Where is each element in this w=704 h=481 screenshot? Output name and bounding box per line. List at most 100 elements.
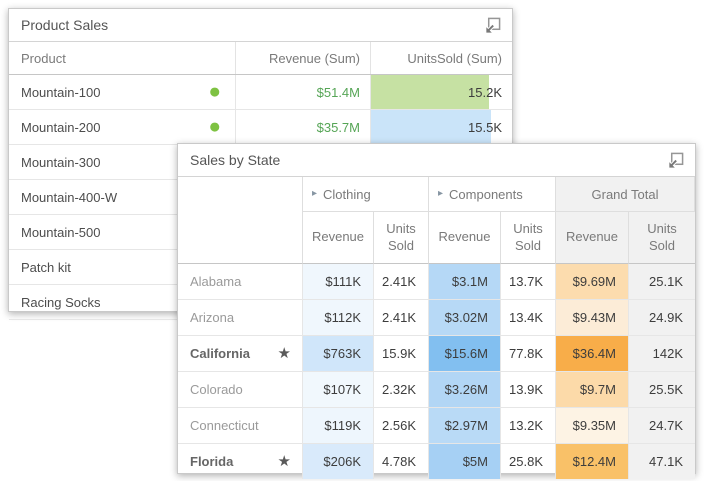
cell-grandtotal-units[interactable]: 24.7K <box>629 408 695 443</box>
subheader-components-revenue[interactable]: Revenue <box>429 212 501 264</box>
sales-by-state-titlebar: Sales by State <box>178 144 695 177</box>
subheader-clothing-revenue[interactable]: Revenue <box>303 212 374 264</box>
cell-components-revenue[interactable]: $3.1M <box>429 264 501 299</box>
cell-components-revenue[interactable]: $5M <box>429 444 501 479</box>
units-cell[interactable]: 15.5K <box>371 110 512 144</box>
table-row[interactable]: Alabama $111K 2.41K $3.1M 13.7K $9.69M 2… <box>178 264 695 300</box>
row-header[interactable]: Arizona <box>178 300 303 335</box>
product-label: Patch kit <box>21 260 71 275</box>
corner-cell <box>178 177 303 264</box>
expand-icon[interactable]: ▸ <box>438 189 443 199</box>
group-header-grand-total[interactable]: Grand Total <box>556 177 695 212</box>
cell-clothing-units[interactable]: 2.41K <box>374 300 429 335</box>
pivot-body: Alabama $111K 2.41K $3.1M 13.7K $9.69M 2… <box>178 264 695 479</box>
units-value: 15.2K <box>468 85 502 100</box>
revenue-cell[interactable]: $35.7M <box>236 110 371 144</box>
row-header[interactable]: California ★ <box>178 336 303 371</box>
cell-clothing-revenue[interactable]: $107K <box>303 372 374 407</box>
subheader-components-units[interactable]: Units Sold <box>501 212 556 264</box>
units-cell[interactable]: 15.2K <box>371 75 512 109</box>
table-row[interactable]: Mountain-200 ● $35.7M 15.5K <box>9 110 512 145</box>
maximize-icon-glyph <box>667 152 684 169</box>
subheader-clothing-units[interactable]: Units Sold <box>374 212 429 264</box>
cell-clothing-revenue[interactable]: $112K <box>303 300 374 335</box>
maximize-icon[interactable] <box>481 14 503 36</box>
product-sales-titlebar: Product Sales <box>9 9 512 42</box>
product-label: Racing Socks <box>21 295 100 310</box>
product-sales-header-row: Product Revenue (Sum) UnitsSold (Sum) <box>9 42 512 75</box>
cell-components-revenue[interactable]: $3.02M <box>429 300 501 335</box>
cell-grandtotal-revenue[interactable]: $9.7M <box>556 372 629 407</box>
product-label: Mountain-500 <box>21 225 101 240</box>
table-row[interactable]: Colorado $107K 2.32K $3.26M 13.9K $9.7M … <box>178 372 695 408</box>
cell-clothing-revenue[interactable]: $119K <box>303 408 374 443</box>
cell-grandtotal-units[interactable]: 47.1K <box>629 444 695 479</box>
panel-title: Sales by State <box>190 152 280 168</box>
cell-components-revenue[interactable]: $2.97M <box>429 408 501 443</box>
row-header[interactable]: Alabama <box>178 264 303 299</box>
cell-grandtotal-revenue[interactable]: $9.43M <box>556 300 629 335</box>
cell-clothing-units[interactable]: 4.78K <box>374 444 429 479</box>
cell-components-revenue[interactable]: $15.6M <box>429 336 501 371</box>
cell-clothing-units[interactable]: 15.9K <box>374 336 429 371</box>
star-icon[interactable]: ★ <box>278 346 291 361</box>
cell-clothing-revenue[interactable]: $111K <box>303 264 374 299</box>
cell-grandtotal-units[interactable]: 142K <box>629 336 695 371</box>
maximize-icon[interactable] <box>664 149 686 171</box>
cell-clothing-units[interactable]: 2.32K <box>374 372 429 407</box>
cell-grandtotal-units[interactable]: 24.9K <box>629 300 695 335</box>
group-header-clothing[interactable]: ▸ Clothing <box>303 177 429 212</box>
group-label: Grand Total <box>592 187 659 202</box>
cell-grandtotal-units[interactable]: 25.5K <box>629 372 695 407</box>
group-header-components[interactable]: ▸ Components <box>429 177 556 212</box>
row-header[interactable]: Florida ★ <box>178 444 303 479</box>
state-label: Florida <box>190 454 233 469</box>
maximize-icon-glyph <box>484 17 501 34</box>
revenue-cell[interactable]: $51.4M <box>236 75 371 109</box>
column-header-product[interactable]: Product <box>9 42 236 74</box>
cell-grandtotal-revenue[interactable]: $12.4M <box>556 444 629 479</box>
cell-components-units[interactable]: 13.9K <box>501 372 556 407</box>
cell-clothing-revenue[interactable]: $763K <box>303 336 374 371</box>
cell-grandtotal-revenue[interactable]: $9.35M <box>556 408 629 443</box>
cell-components-units[interactable]: 13.4K <box>501 300 556 335</box>
cell-clothing-revenue[interactable]: $206K <box>303 444 374 479</box>
subheader-grandtotal-units[interactable]: Units Sold <box>629 212 695 264</box>
cell-components-units[interactable]: 77.8K <box>501 336 556 371</box>
product-label: Mountain-200 <box>21 120 101 135</box>
cell-components-units[interactable]: 25.8K <box>501 444 556 479</box>
product-cell[interactable]: Mountain-200 ● <box>9 110 236 144</box>
cell-grandtotal-revenue[interactable]: $36.4M <box>556 336 629 371</box>
table-row[interactable]: California ★ $763K 15.9K $15.6M 77.8K $3… <box>178 336 695 372</box>
product-label: Mountain-300 <box>21 155 101 170</box>
expand-icon[interactable]: ▸ <box>312 189 317 199</box>
state-label: Alabama <box>190 274 241 289</box>
cell-grandtotal-units[interactable]: 25.1K <box>629 264 695 299</box>
cell-components-revenue[interactable]: $3.26M <box>429 372 501 407</box>
column-header-revenue[interactable]: Revenue (Sum) <box>236 42 371 74</box>
state-label: California <box>190 346 250 361</box>
table-row[interactable]: Arizona $112K 2.41K $3.02M 13.4K $9.43M … <box>178 300 695 336</box>
product-cell[interactable]: Mountain-100 ● <box>9 75 236 109</box>
table-row[interactable]: Florida ★ $206K 4.78K $5M 25.8K $12.4M 4… <box>178 444 695 479</box>
table-row[interactable]: Mountain-100 ● $51.4M 15.2K <box>9 75 512 110</box>
group-label: Components <box>449 187 523 202</box>
units-value: 15.5K <box>468 120 502 135</box>
subheader-grandtotal-revenue[interactable]: Revenue <box>556 212 629 264</box>
column-header-unitssold[interactable]: UnitsSold (Sum) <box>371 42 512 74</box>
state-label: Arizona <box>190 310 234 325</box>
star-icon[interactable]: ★ <box>278 454 291 469</box>
cell-clothing-units[interactable]: 2.41K <box>374 264 429 299</box>
row-header[interactable]: Colorado <box>178 372 303 407</box>
sales-by-state-panel: Sales by State ▸ Clothing ▸ Components G… <box>177 143 696 474</box>
state-label: Connecticut <box>190 418 259 433</box>
product-label: Mountain-400-W <box>21 190 117 205</box>
cell-clothing-units[interactable]: 2.56K <box>374 408 429 443</box>
panel-title: Product Sales <box>21 17 108 33</box>
cell-components-units[interactable]: 13.2K <box>501 408 556 443</box>
cell-grandtotal-revenue[interactable]: $9.69M <box>556 264 629 299</box>
pivot-header: ▸ Clothing ▸ Components Grand Total Reve… <box>178 177 695 264</box>
cell-components-units[interactable]: 13.7K <box>501 264 556 299</box>
table-row[interactable]: Connecticut $119K 2.56K $2.97M 13.2K $9.… <box>178 408 695 444</box>
row-header[interactable]: Connecticut <box>178 408 303 443</box>
